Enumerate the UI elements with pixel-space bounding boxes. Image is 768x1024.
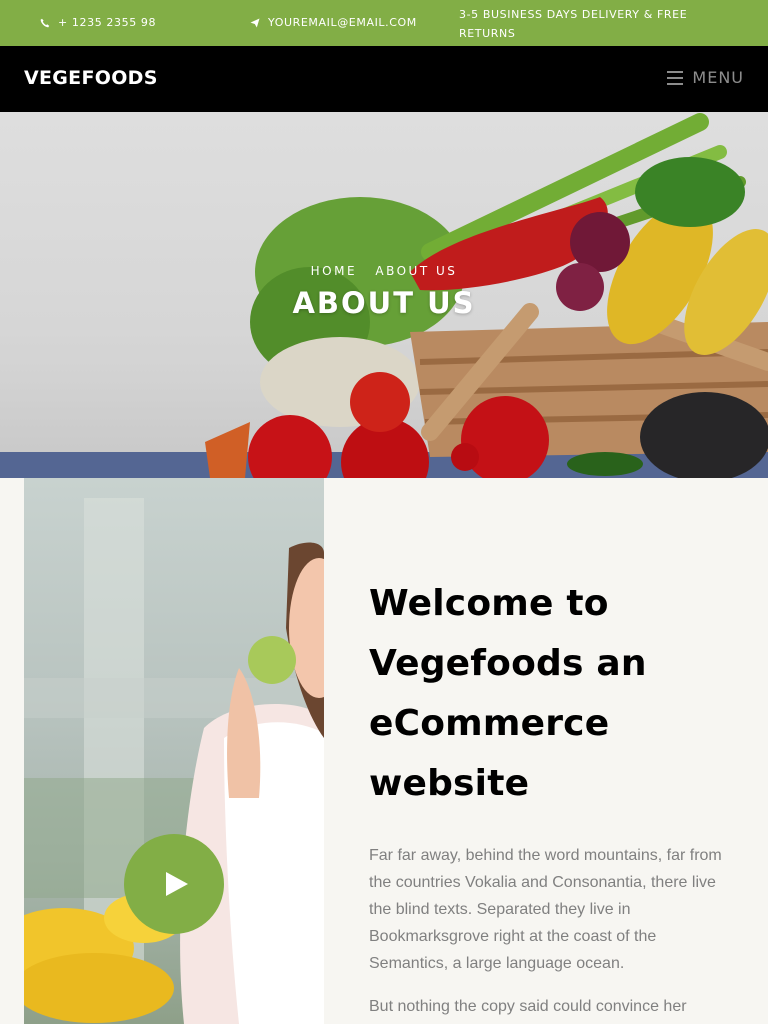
- about-paragraph-1: Far far away, behind the word mountains,…: [369, 847, 722, 972]
- menu-label: MENU: [692, 68, 744, 87]
- photo-illustration: [24, 498, 324, 1024]
- phone-text: + 1235 2355 98: [58, 16, 157, 29]
- email-text: YOUREMAIL@EMAIL.COM: [268, 16, 417, 29]
- about-section: Welcome to Vegefoods an eCommerce websit…: [0, 478, 768, 1024]
- about-heading: Welcome to Vegefoods an eCommerce websit…: [369, 583, 647, 804]
- breadcrumb-current: ABOUT US: [375, 264, 458, 278]
- menu-toggle-button[interactable]: MENU: [667, 68, 744, 87]
- page-title: ABOUT US: [292, 286, 476, 320]
- brand-logo[interactable]: VEGEFOODS: [24, 67, 158, 89]
- breadcrumb-home-link[interactable]: HOME: [311, 264, 357, 278]
- delivery-note: 3-5 BUSINESS DAYS DELIVERY & FREE RETURN…: [459, 5, 699, 43]
- phone-icon: [40, 18, 50, 27]
- paper-plane-icon: [250, 18, 260, 27]
- about-paragraph-2: But nothing the copy said could convince…: [369, 998, 687, 1015]
- delivery-text: 3-5 BUSINESS DAYS DELIVERY & FREE RETURN…: [459, 8, 688, 40]
- top-info-bar: + 1235 2355 98 YOUREMAIL@EMAIL.COM 3-5 B…: [0, 0, 768, 46]
- about-text-block: Welcome to Vegefoods an eCommerce websit…: [369, 574, 729, 1020]
- contact-phone[interactable]: + 1235 2355 98: [40, 16, 156, 29]
- play-video-button[interactable]: [124, 834, 224, 934]
- hero-banner: HOME ABOUT US ABOUT US: [0, 112, 768, 478]
- hamburger-icon: [667, 70, 684, 85]
- contact-email[interactable]: YOUREMAIL@EMAIL.COM: [250, 16, 417, 29]
- breadcrumb: HOME ABOUT US: [0, 264, 768, 278]
- main-navbar: VEGEFOODS MENU: [0, 46, 768, 112]
- play-icon: [166, 872, 188, 896]
- woman-eating-apple-photo: [24, 478, 324, 1024]
